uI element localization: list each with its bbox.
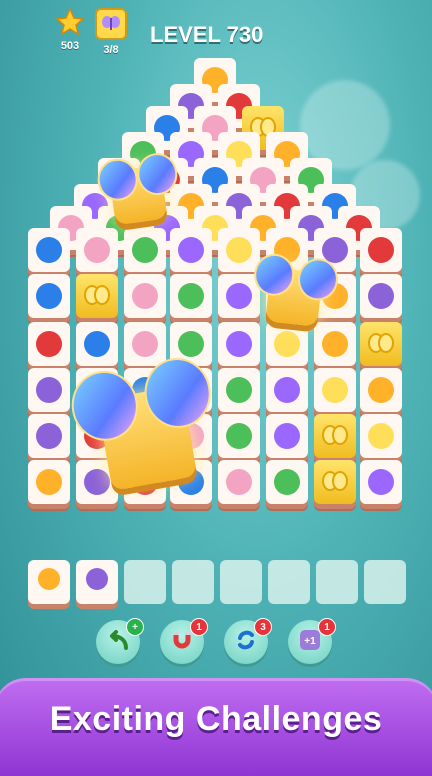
flower-icon <box>84 331 110 357</box>
flower-tile[interactable] <box>218 368 260 412</box>
butterfly-tile[interactable] <box>76 274 118 318</box>
butterfly-icon <box>322 469 348 495</box>
undo-arrow-icon <box>106 628 130 657</box>
tray-slot-empty <box>172 560 214 604</box>
tray-slot-empty <box>316 560 358 604</box>
flower-icon <box>322 331 348 357</box>
flower-icon <box>274 377 300 403</box>
flower-tile[interactable] <box>314 368 356 412</box>
flower-icon <box>368 283 394 309</box>
flower-tile[interactable] <box>124 228 166 272</box>
butterfly-tile[interactable] <box>314 414 356 458</box>
flower-icon <box>368 469 394 495</box>
flower-icon <box>274 469 300 495</box>
butterfly-icon <box>322 423 348 449</box>
flower-tile[interactable] <box>170 228 212 272</box>
flower-tile[interactable] <box>266 460 308 504</box>
flower-tile[interactable] <box>28 322 70 366</box>
flower-icon <box>36 283 62 309</box>
flower-tile[interactable] <box>170 274 212 318</box>
flower-tile[interactable] <box>218 274 260 318</box>
flower-icon <box>36 331 62 357</box>
tool-badge: 3 <box>254 618 272 636</box>
flower-tile[interactable] <box>360 460 402 504</box>
flower-icon <box>226 469 252 495</box>
butterfly-bonus-tile[interactable] <box>66 352 217 491</box>
flower-icon <box>178 283 204 309</box>
flower-icon <box>368 423 394 449</box>
flower-icon <box>84 237 110 263</box>
flower-icon <box>274 331 300 357</box>
plus-one-icon: +1 <box>298 628 322 657</box>
flower-icon <box>368 237 394 263</box>
flower-icon <box>36 469 62 495</box>
tray-slot-empty <box>268 560 310 604</box>
flower-tile[interactable] <box>28 460 70 504</box>
magnet-button[interactable]: 1 <box>160 618 208 664</box>
flower-tile[interactable] <box>76 228 118 272</box>
promo-banner-text: Exciting Challenges <box>49 700 383 738</box>
powerup-bar: + 1 3 +1 1 <box>0 618 432 668</box>
flower-icon <box>132 237 158 263</box>
flower-icon <box>226 331 252 357</box>
tool-badge: + <box>126 618 144 636</box>
flower-tile[interactable] <box>76 322 118 366</box>
tile-tray <box>28 556 408 604</box>
flower-icon <box>368 377 394 403</box>
butterfly-tile[interactable] <box>360 322 402 366</box>
flower-icon <box>36 423 62 449</box>
flower-icon <box>226 283 252 309</box>
flower-tile[interactable] <box>218 414 260 458</box>
flower-icon <box>226 237 252 263</box>
butterfly-bonus-tile[interactable] <box>252 251 341 327</box>
flower-icon <box>36 237 62 263</box>
flower-tile[interactable] <box>360 274 402 318</box>
flower-icon <box>274 423 300 449</box>
tray-slot-violet <box>76 560 118 604</box>
flower-tile[interactable] <box>28 414 70 458</box>
flower-tile[interactable] <box>266 368 308 412</box>
flower-tile[interactable] <box>28 228 70 272</box>
flower-icon <box>226 377 252 403</box>
flower-tile[interactable] <box>218 460 260 504</box>
tray-slot-empty <box>124 560 166 604</box>
magnet-icon <box>170 628 194 657</box>
flower-tile[interactable] <box>28 368 70 412</box>
tool-badge: 1 <box>318 618 336 636</box>
flower-icon <box>178 331 204 357</box>
flower-tile[interactable] <box>360 414 402 458</box>
butterfly-icon <box>368 331 394 357</box>
flower-icon <box>178 237 204 263</box>
shuffle-button[interactable]: 3 <box>224 618 272 664</box>
flower-tile[interactable] <box>314 322 356 366</box>
tile-board <box>0 0 432 560</box>
undo-button[interactable]: + <box>96 618 144 664</box>
tray-slot-empty <box>364 560 406 604</box>
flower-tile[interactable] <box>124 322 166 366</box>
tray-slot-sunflower <box>28 560 70 604</box>
flower-icon <box>84 469 110 495</box>
butterfly-icon <box>84 283 110 309</box>
tool-badge: 1 <box>190 618 208 636</box>
flower-tile[interactable] <box>218 322 260 366</box>
svg-text:+1: +1 <box>304 636 316 647</box>
flower-tile[interactable] <box>266 414 308 458</box>
extra-slot-button[interactable]: +1 1 <box>288 618 336 664</box>
flower-tile[interactable] <box>218 228 260 272</box>
flower-icon <box>36 377 62 403</box>
butterfly-bonus-tile[interactable] <box>94 150 181 226</box>
flower-icon <box>322 377 348 403</box>
flower-tile[interactable] <box>360 228 402 272</box>
butterfly-tile[interactable] <box>314 460 356 504</box>
tray-slot-empty <box>220 560 262 604</box>
flower-tile[interactable] <box>360 368 402 412</box>
flower-tile[interactable] <box>124 274 166 318</box>
flower-tile[interactable] <box>266 322 308 366</box>
flower-icon <box>226 423 252 449</box>
shuffle-icon <box>234 628 258 657</box>
flower-icon <box>132 331 158 357</box>
flower-icon <box>132 283 158 309</box>
flower-tile[interactable] <box>28 274 70 318</box>
